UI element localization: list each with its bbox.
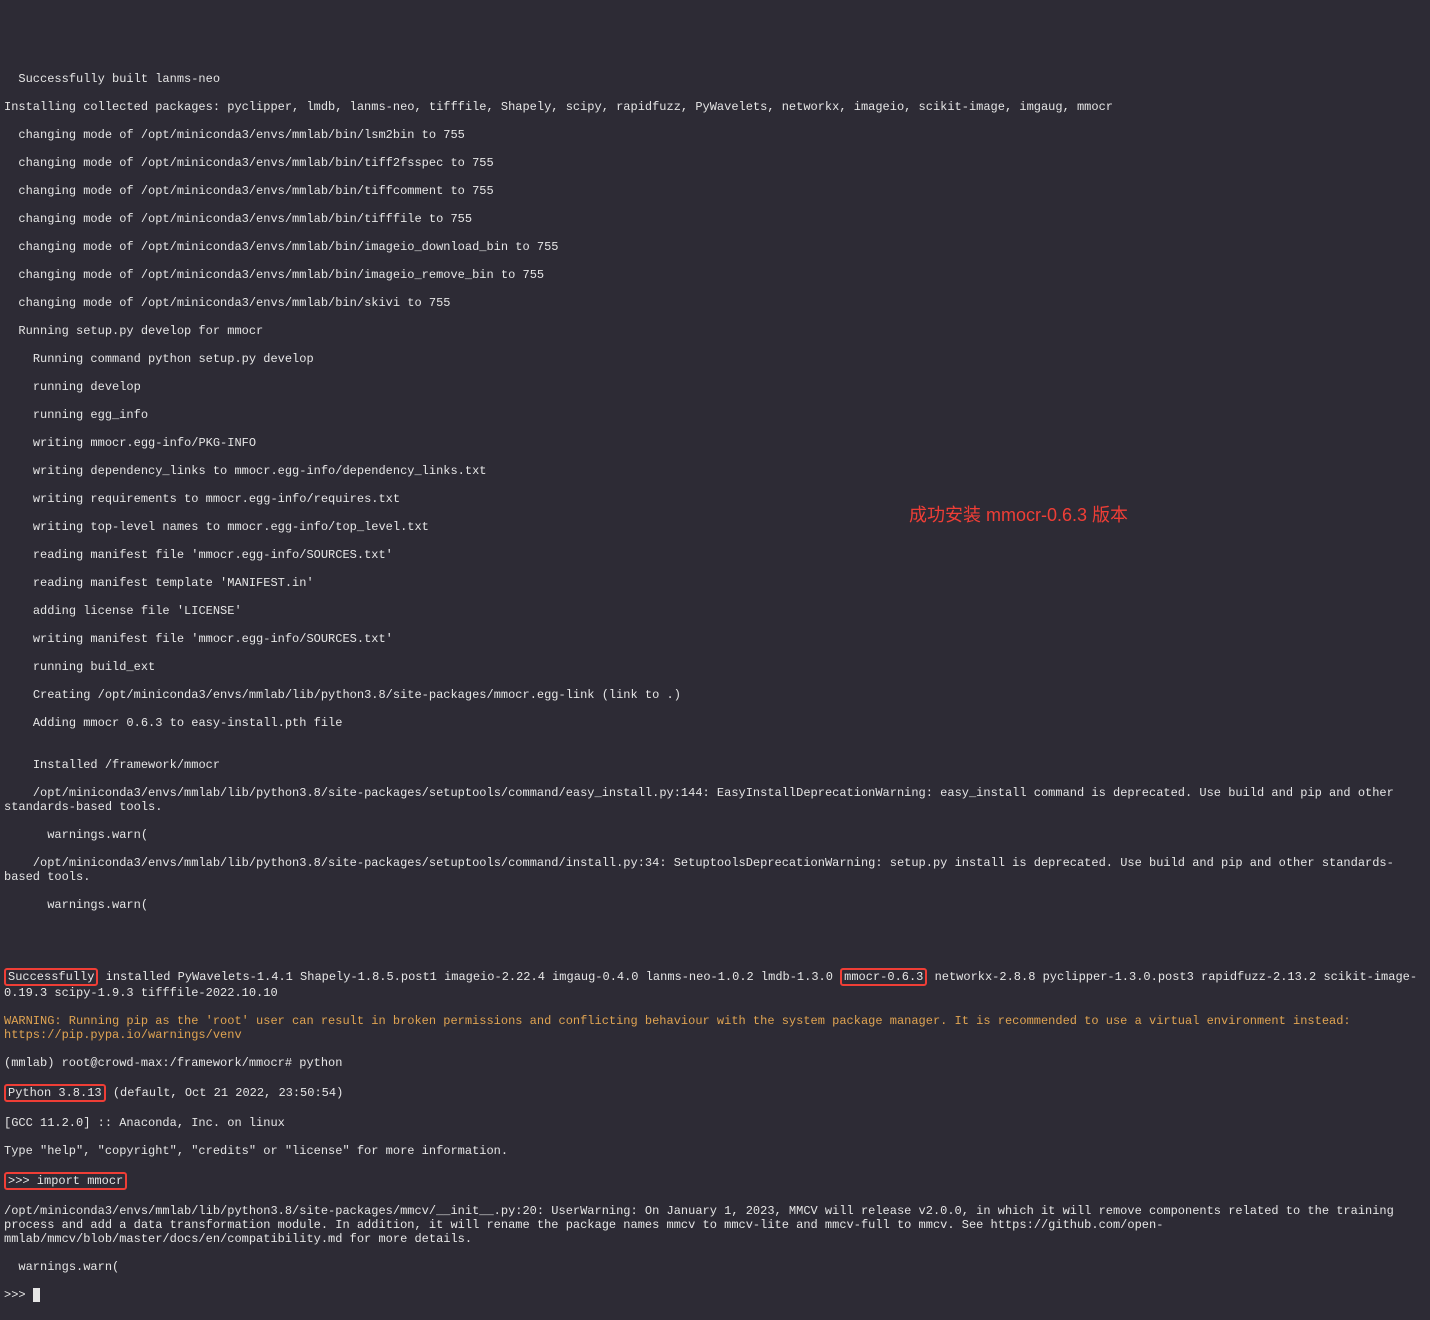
output-line: changing mode of /opt/miniconda3/envs/mm…	[4, 212, 1426, 226]
highlight-mmocr-version: mmocr-0.6.3	[840, 968, 927, 986]
output-line: running egg_info	[4, 408, 1426, 422]
help-line: Type "help", "copyright", "credits" or "…	[4, 1144, 1426, 1158]
output-line: warnings.warn(	[4, 1260, 1426, 1274]
output-line: changing mode of /opt/miniconda3/envs/mm…	[4, 128, 1426, 142]
pip-root-warning: WARNING: Running pip as the 'root' user …	[4, 1014, 1426, 1042]
output-line: Creating /opt/miniconda3/envs/mmlab/lib/…	[4, 688, 1426, 702]
highlight-python-version: Python 3.8.13	[4, 1084, 106, 1102]
terminal-output[interactable]: Successfully built lanms-neo Installing …	[4, 58, 1426, 1316]
output-line: running build_ext	[4, 660, 1426, 674]
output-line: reading manifest file 'mmocr.egg-info/SO…	[4, 548, 1426, 562]
output-line: changing mode of /opt/miniconda3/envs/mm…	[4, 184, 1426, 198]
success-install-line: Successfully installed PyWavelets-1.4.1 …	[4, 968, 1426, 1000]
output-line: writing mmocr.egg-info/PKG-INFO	[4, 436, 1426, 450]
output-line: changing mode of /opt/miniconda3/envs/mm…	[4, 156, 1426, 170]
output-line: adding license file 'LICENSE'	[4, 604, 1426, 618]
highlight-import-mmocr: >>> import mmocr	[4, 1172, 127, 1190]
output-line: Running command python setup.py develop	[4, 352, 1426, 366]
mmcv-warning-line: /opt/miniconda3/envs/mmlab/lib/python3.8…	[4, 1204, 1426, 1246]
output-line: warnings.warn(	[4, 828, 1426, 842]
output-line: Installing collected packages: pyclipper…	[4, 100, 1426, 114]
output-line: changing mode of /opt/miniconda3/envs/mm…	[4, 268, 1426, 282]
output-line: writing top-level names to mmocr.egg-inf…	[4, 520, 1426, 534]
output-line: changing mode of /opt/miniconda3/envs/mm…	[4, 296, 1426, 310]
python-version-suffix: (default, Oct 21 2022, 23:50:54)	[106, 1086, 344, 1100]
gcc-line: [GCC 11.2.0] :: Anaconda, Inc. on linux	[4, 1116, 1426, 1130]
installed-packages-text: installed PyWavelets-1.4.1 Shapely-1.8.5…	[98, 970, 840, 984]
output-line: warnings.warn(	[4, 898, 1426, 912]
python-prompt[interactable]: >>>	[4, 1288, 1426, 1302]
output-line: Installed /framework/mmocr	[4, 758, 1426, 772]
shell-prompt-line: (mmlab) root@crowd-max:/framework/mmocr#…	[4, 1056, 1426, 1070]
prompt-text: >>>	[4, 1288, 33, 1302]
output-line: changing mode of /opt/miniconda3/envs/mm…	[4, 240, 1426, 254]
output-line: writing dependency_links to mmocr.egg-in…	[4, 464, 1426, 478]
output-line: running develop	[4, 380, 1426, 394]
output-line: Successfully built lanms-neo	[4, 72, 1426, 86]
output-line: Adding mmocr 0.6.3 to easy-install.pth f…	[4, 716, 1426, 730]
highlight-successfully: Successfully	[4, 968, 98, 986]
import-mmocr-line: >>> import mmocr	[4, 1172, 1426, 1190]
output-line: writing requirements to mmocr.egg-info/r…	[4, 492, 1426, 506]
output-line: writing manifest file 'mmocr.egg-info/SO…	[4, 632, 1426, 646]
annotation-success-label: 成功安装 mmocr-0.6.3 版本	[909, 508, 1128, 522]
output-line: /opt/miniconda3/envs/mmlab/lib/python3.8…	[4, 856, 1426, 884]
output-line: /opt/miniconda3/envs/mmlab/lib/python3.8…	[4, 786, 1426, 814]
cursor-icon	[33, 1288, 40, 1302]
python-version-line: Python 3.8.13 (default, Oct 21 2022, 23:…	[4, 1084, 1426, 1102]
output-line: Running setup.py develop for mmocr	[4, 324, 1426, 338]
output-line: reading manifest template 'MANIFEST.in'	[4, 576, 1426, 590]
